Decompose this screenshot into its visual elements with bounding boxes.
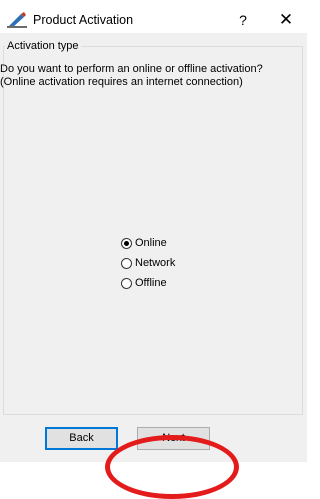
group-label: Activation type [5, 40, 81, 52]
radio-network-label[interactable]: Network [135, 257, 175, 269]
product-activation-icon [7, 12, 27, 28]
description: Do you want to perform an online or offl… [0, 63, 306, 89]
radio-network-circle[interactable] [121, 257, 132, 269]
help-button[interactable]: ? [232, 9, 254, 31]
radio-offline[interactable]: Offline [121, 275, 167, 291]
radio-online[interactable]: Online [121, 235, 167, 251]
description-line-2: (Online activation requires an internet … [0, 76, 243, 88]
next-button[interactable]: Next [137, 427, 210, 450]
description-line-1: Do you want to perform an online or offl… [0, 63, 263, 75]
back-button[interactable]: Back [45, 427, 118, 450]
radio-offline-circle[interactable] [121, 277, 132, 289]
activation-type-group [3, 46, 303, 415]
radio-online-label[interactable]: Online [135, 237, 167, 249]
title-bar: Product Activation ? ✕ [0, 0, 307, 33]
radio-offline-label[interactable]: Offline [135, 277, 167, 289]
dialog-body: Activation type Do you want to perform a… [0, 33, 307, 499]
window-title: Product Activation [33, 13, 134, 27]
radio-online-circle[interactable] [121, 237, 132, 249]
close-button[interactable]: ✕ [275, 9, 297, 31]
radio-network[interactable]: Network [121, 255, 175, 271]
